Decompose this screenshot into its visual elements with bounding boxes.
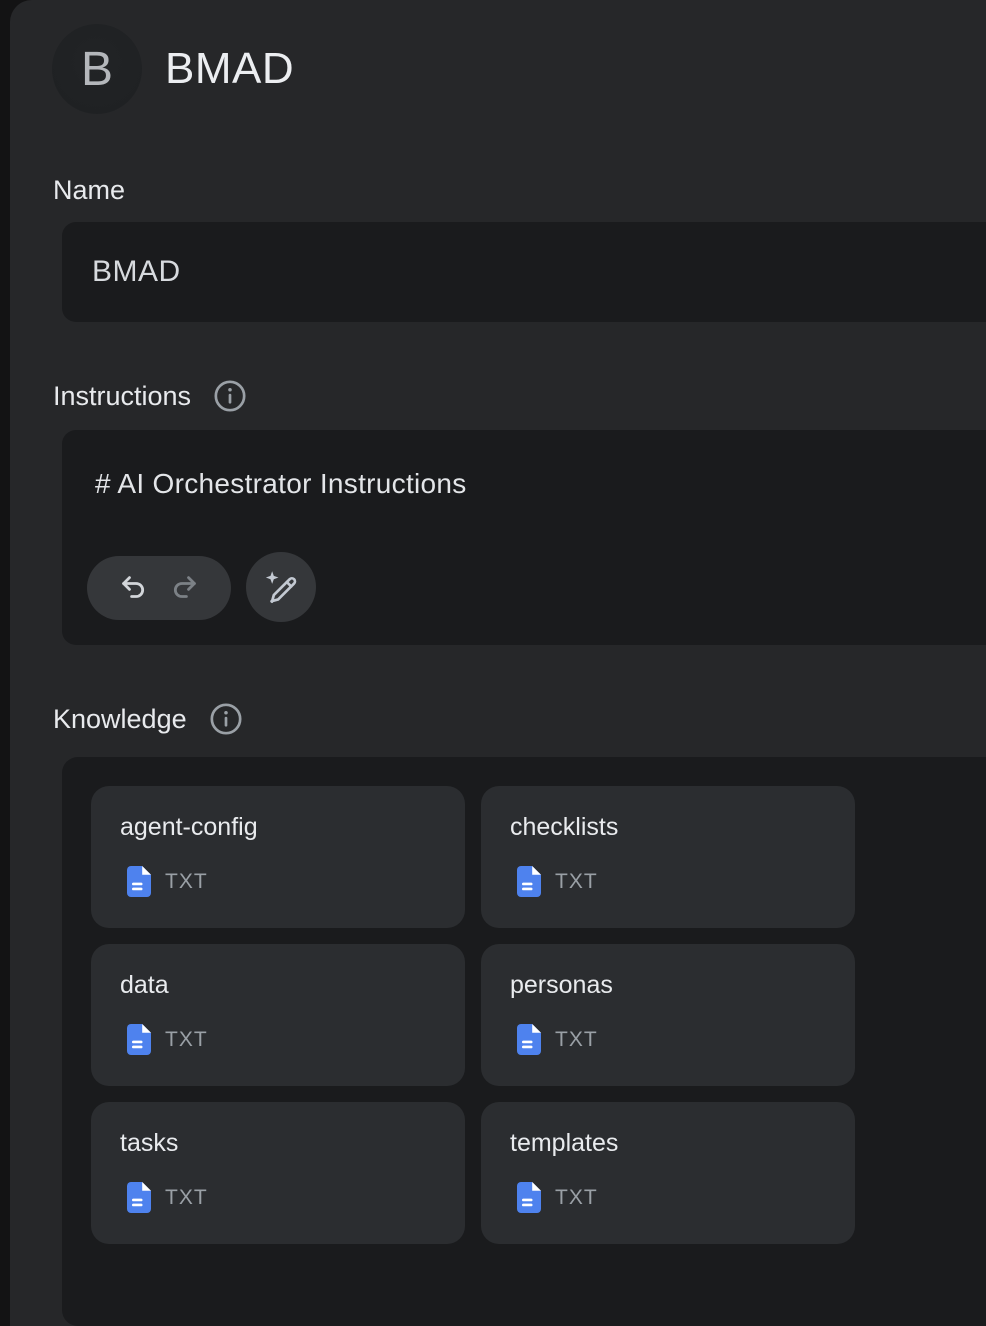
- file-meta-row: TXT: [127, 1024, 465, 1055]
- file-type-label: TXT: [555, 1186, 598, 1210]
- file-type-label: TXT: [165, 1186, 208, 1210]
- instructions-textarea[interactable]: # AI Orchestrator Instructions: [62, 430, 986, 645]
- file-meta-row: TXT: [517, 1024, 855, 1055]
- pen-spark-icon: [263, 569, 299, 605]
- knowledge-file-card[interactable]: data TXT: [91, 944, 465, 1086]
- undo-button[interactable]: [118, 572, 150, 604]
- file-meta-row: TXT: [517, 866, 855, 897]
- instructions-text: # AI Orchestrator Instructions: [62, 430, 986, 500]
- knowledge-file-card[interactable]: personas TXT: [481, 944, 855, 1086]
- info-icon: [209, 702, 243, 736]
- knowledge-file-card[interactable]: tasks TXT: [91, 1102, 465, 1244]
- avatar-letter: B: [81, 42, 113, 97]
- file-name: data: [120, 970, 465, 1000]
- rewrite-button[interactable]: [246, 552, 316, 622]
- knowledge-panel: agent-config TXT checklists: [62, 757, 986, 1326]
- redo-button[interactable]: [168, 572, 200, 604]
- file-name: agent-config: [120, 812, 465, 842]
- gem-editor-panel: B BMAD Name BMAD Instructions # AI Orche…: [10, 0, 986, 1326]
- knowledge-file-card[interactable]: checklists TXT: [481, 786, 855, 928]
- file-meta-row: TXT: [127, 866, 465, 897]
- file-meta-row: TXT: [517, 1182, 855, 1213]
- instructions-label-row: Instructions: [53, 379, 247, 413]
- file-type-label: TXT: [555, 1028, 598, 1052]
- file-name: templates: [510, 1128, 855, 1158]
- text-document-icon: [517, 1024, 541, 1055]
- instructions-info-icon[interactable]: [213, 379, 247, 413]
- file-type-label: TXT: [165, 1028, 208, 1052]
- knowledge-label-row: Knowledge: [53, 702, 243, 736]
- info-icon: [213, 379, 247, 413]
- gem-avatar: B: [52, 24, 142, 114]
- file-name: checklists: [510, 812, 855, 842]
- knowledge-file-card[interactable]: agent-config TXT: [91, 786, 465, 928]
- text-document-icon: [127, 866, 151, 897]
- page-title: BMAD: [165, 44, 294, 94]
- file-name: tasks: [120, 1128, 465, 1158]
- gem-header: B BMAD: [52, 24, 294, 114]
- knowledge-label: Knowledge: [53, 703, 187, 735]
- text-document-icon: [517, 866, 541, 897]
- file-type-label: TXT: [165, 870, 208, 894]
- text-document-icon: [127, 1182, 151, 1213]
- name-input[interactable]: BMAD: [62, 222, 986, 322]
- undo-icon: [118, 572, 150, 604]
- text-document-icon: [517, 1182, 541, 1213]
- knowledge-files-grid: agent-config TXT checklists: [91, 786, 986, 1244]
- name-label-row: Name: [53, 174, 125, 206]
- file-type-label: TXT: [555, 870, 598, 894]
- instructions-label: Instructions: [53, 380, 191, 412]
- knowledge-file-card[interactable]: templates TXT: [481, 1102, 855, 1244]
- name-label: Name: [53, 174, 125, 206]
- editor-toolbar: [87, 552, 316, 622]
- text-document-icon: [127, 1024, 151, 1055]
- knowledge-info-icon[interactable]: [209, 702, 243, 736]
- undo-redo-group: [87, 556, 231, 620]
- file-name: personas: [510, 970, 855, 1000]
- name-input-value: BMAD: [92, 255, 181, 289]
- redo-icon: [168, 572, 200, 604]
- file-meta-row: TXT: [127, 1182, 465, 1213]
